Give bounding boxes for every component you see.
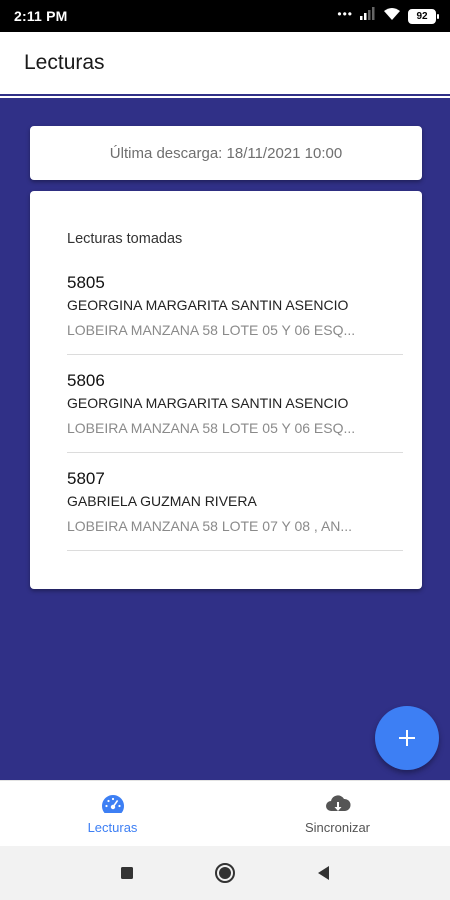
recents-button[interactable] xyxy=(115,861,139,885)
bottom-nav: Lecturas Sincronizar xyxy=(0,780,450,846)
back-icon xyxy=(318,866,329,880)
status-icons: ••• 92 xyxy=(337,7,439,26)
home-button[interactable] xyxy=(213,861,237,885)
battery-level: 92 xyxy=(416,10,428,22)
recents-icon xyxy=(121,867,133,879)
nav-label-sincronizar: Sincronizar xyxy=(304,820,371,835)
list-item[interactable]: 5806 GEORGINA MARGARITA SANTIN ASENCIO L… xyxy=(67,371,403,453)
home-icon xyxy=(215,863,235,883)
system-nav-bar xyxy=(0,846,450,900)
cloud-download-icon xyxy=(324,792,352,818)
readings-card: Lecturas tomadas 5805 GEORGINA MARGARITA… xyxy=(30,191,422,589)
wifi-icon xyxy=(383,7,401,26)
list-item[interactable]: 5805 GEORGINA MARGARITA SANTIN ASENCIO L… xyxy=(67,273,403,355)
nav-label-lecturas: Lecturas xyxy=(87,820,138,835)
reading-number: 5807 xyxy=(67,469,105,488)
reading-name: GEORGINA MARGARITA SANTIN ASENCIO xyxy=(67,395,349,411)
reading-number: 5805 xyxy=(67,273,105,292)
reading-address: LOBEIRA MANZANA 58 LOTE 05 Y 06 ESQ... xyxy=(67,420,356,436)
reading-address: LOBEIRA MANZANA 58 LOTE 07 Y 08 , AN... xyxy=(67,518,353,534)
speedometer-icon xyxy=(99,792,127,818)
list-item[interactable]: 5807 GABRIELA GUZMAN RIVERA LOBEIRA MANZ… xyxy=(67,469,403,551)
plus-icon xyxy=(399,730,415,746)
page-title: Lecturas xyxy=(24,51,105,74)
last-download-text: Última descarga: 18/11/2021 10:00 xyxy=(109,144,343,162)
reading-number: 5806 xyxy=(67,371,105,390)
back-button[interactable] xyxy=(311,861,335,885)
add-reading-button[interactable] xyxy=(375,706,439,770)
app-bar: Lecturas xyxy=(0,32,450,96)
reading-address: LOBEIRA MANZANA 58 LOTE 05 Y 06 ESQ... xyxy=(67,322,356,338)
nav-item-lecturas[interactable]: Lecturas xyxy=(0,781,225,846)
reading-name: GABRIELA GUZMAN RIVERA xyxy=(67,493,257,509)
battery-icon: 92 xyxy=(408,8,439,24)
readings-title: Lecturas tomadas xyxy=(67,231,183,247)
nav-item-sincronizar[interactable]: Sincronizar xyxy=(225,781,450,846)
status-bar: 2:11 PM ••• 92 xyxy=(0,0,450,32)
status-time: 2:11 PM xyxy=(14,8,68,24)
reading-name: GEORGINA MARGARITA SANTIN ASENCIO xyxy=(67,297,349,313)
notification-dots-icon: ••• xyxy=(337,7,353,21)
last-download-card: Última descarga: 18/11/2021 10:00 xyxy=(30,126,422,180)
signal-icon xyxy=(360,7,376,25)
main-content: Última descarga: 18/11/2021 10:00 Lectur… xyxy=(0,98,450,780)
